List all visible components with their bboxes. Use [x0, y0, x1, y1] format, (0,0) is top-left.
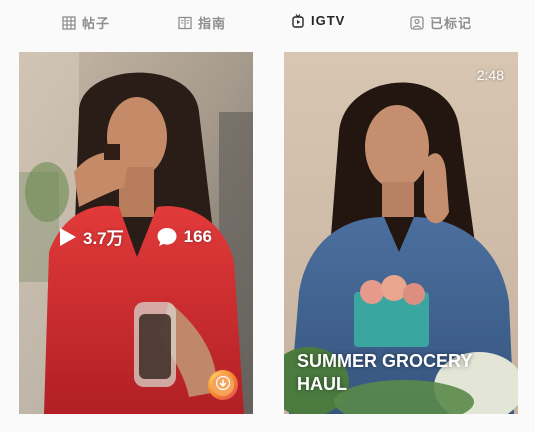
igtv-video-card[interactable]: 3.7万 166	[19, 52, 253, 414]
guide-icon	[178, 16, 192, 30]
tab-tagged[interactable]: 已标记	[410, 13, 472, 32]
tab-guides-label: 指南	[198, 16, 227, 31]
download-button[interactable]	[208, 370, 238, 400]
video-title: SUMMER GROCERY HAUL	[297, 351, 473, 394]
view-count: 3.7万	[59, 224, 124, 249]
tab-tagged-label: 已标记	[430, 16, 473, 31]
comment-icon	[156, 227, 178, 247]
play-icon	[59, 227, 77, 247]
igtv-video-card[interactable]: 2:48 SUMMER GROCERY HAUL	[284, 52, 518, 414]
tab-posts[interactable]: 帖子	[62, 13, 110, 32]
profile-tab-bar: 帖子 指南 IGTV 已标记	[0, 0, 535, 46]
video-duration: 2:48	[476, 67, 504, 83]
comment-count-value: 166	[183, 226, 213, 246]
comment-count: 166	[156, 227, 212, 247]
igtv-icon	[291, 13, 305, 28]
grid-icon	[62, 15, 76, 30]
download-icon	[215, 375, 231, 395]
tab-posts-label: 帖子	[82, 16, 111, 31]
tagged-icon	[410, 15, 424, 30]
tab-igtv-label: IGTV	[311, 13, 346, 28]
video-stats: 3.7万 166	[59, 224, 212, 249]
view-count-value: 3.7万	[83, 229, 124, 248]
tab-guides[interactable]: 指南	[178, 13, 226, 32]
tab-igtv[interactable]: IGTV	[291, 13, 345, 28]
